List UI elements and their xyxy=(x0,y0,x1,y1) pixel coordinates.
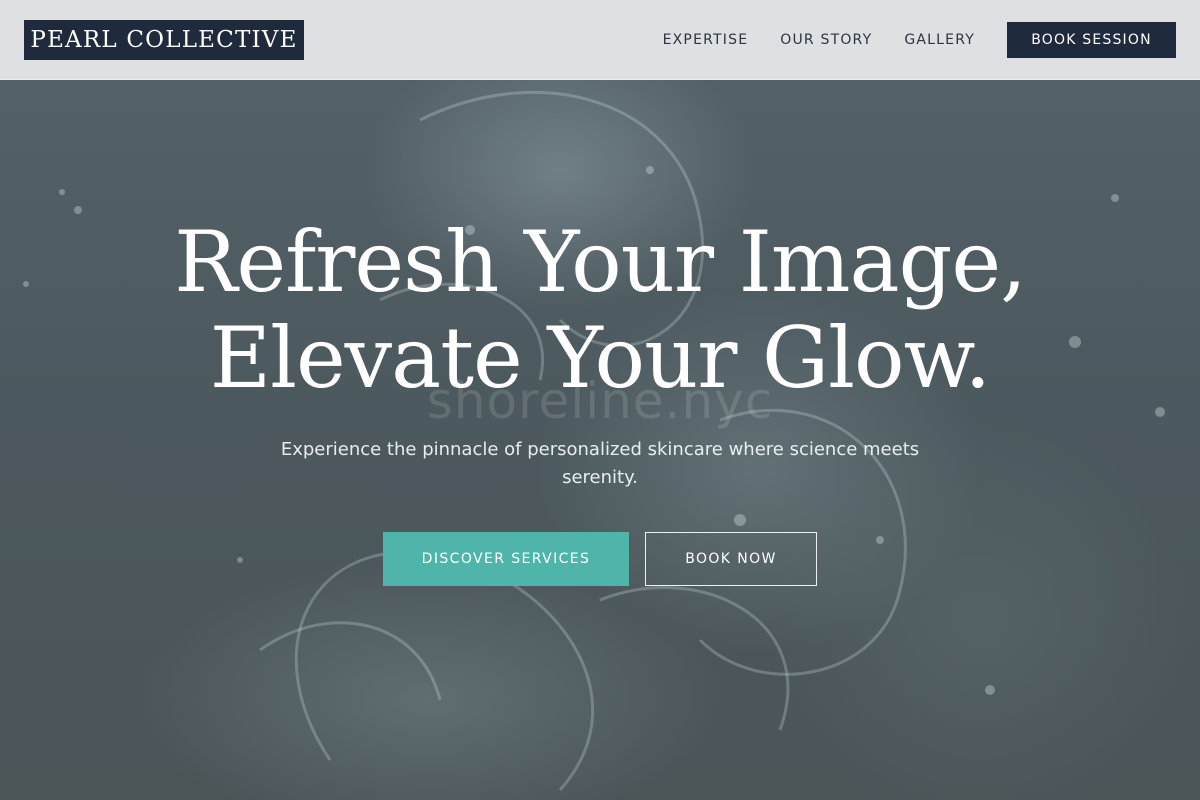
book-now-button[interactable]: BOOK NOW xyxy=(645,532,817,586)
hero-title-line-2: Elevate Your Glow. xyxy=(209,309,991,407)
site-header: PEARL COLLECTIVE EXPERTISE OUR STORY GAL… xyxy=(0,0,1200,80)
hero-section: Refresh Your Image, Elevate Your Glow. E… xyxy=(0,214,1200,586)
nav-link-expertise[interactable]: EXPERTISE xyxy=(663,32,749,48)
hero-title: Refresh Your Image, Elevate Your Glow. xyxy=(0,214,1200,406)
hero-title-line-1: Refresh Your Image, xyxy=(174,213,1027,311)
discover-services-button[interactable]: DISCOVER SERVICES xyxy=(383,532,629,586)
nav-link-gallery[interactable]: GALLERY xyxy=(904,32,975,48)
book-session-button[interactable]: BOOK SESSION xyxy=(1007,21,1176,58)
nav-link-our-story[interactable]: OUR STORY xyxy=(780,32,872,48)
hero-subtitle: Experience the pinnacle of personalized … xyxy=(280,439,920,488)
main-nav: EXPERTISE OUR STORY GALLERY BOOK SESSION xyxy=(631,21,1176,58)
hero-actions: DISCOVER SERVICES BOOK NOW xyxy=(0,532,1200,586)
brand-logo[interactable]: PEARL COLLECTIVE xyxy=(24,19,304,60)
